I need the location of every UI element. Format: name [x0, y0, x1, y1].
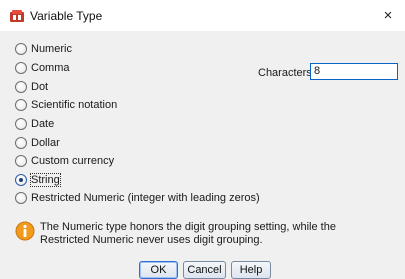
radio-button[interactable] [15, 155, 27, 167]
window-title: Variable Type [30, 9, 103, 23]
radio-label: Custom currency [31, 155, 115, 167]
cancel-button[interactable]: Cancel [183, 261, 226, 279]
radio-custom-currency[interactable]: Custom currency [15, 153, 114, 169]
radio-button[interactable] [15, 137, 27, 149]
spss-app-icon [9, 9, 25, 23]
radio-comma[interactable]: Comma [15, 60, 70, 76]
radio-label: Dollar [31, 137, 60, 149]
radio-date[interactable]: Date [15, 116, 54, 132]
radio-button-selected[interactable] [15, 174, 27, 186]
radio-label: Numeric [31, 43, 72, 55]
radio-label: String [30, 173, 61, 187]
close-button[interactable]: × [371, 0, 405, 31]
info-message: The Numeric type honors the digit groupi… [40, 221, 336, 246]
radio-restricted-numeric[interactable]: Restricted Numeric (integer with leading… [15, 190, 260, 206]
radio-scientific-notation[interactable]: Scientific notation [15, 97, 117, 113]
radio-label: Comma [31, 62, 70, 74]
help-button[interactable]: Help [231, 261, 271, 279]
radio-button[interactable] [15, 43, 27, 55]
radio-button[interactable] [15, 81, 27, 93]
info-icon [15, 221, 35, 241]
radio-string[interactable]: String [15, 172, 61, 188]
radio-button[interactable] [15, 99, 27, 111]
radio-label: Date [31, 118, 55, 130]
radio-button[interactable] [15, 192, 27, 204]
radio-dollar[interactable]: Dollar [15, 135, 60, 151]
radio-label: Restricted Numeric (integer with leading… [31, 192, 260, 204]
radio-numeric[interactable]: Numeric [15, 41, 72, 57]
characters-input[interactable]: 8 [310, 63, 398, 80]
ok-button[interactable]: OK [139, 261, 178, 279]
characters-label: Characters: [258, 67, 315, 79]
radio-button[interactable] [15, 62, 27, 74]
radio-button[interactable] [15, 118, 27, 130]
radio-label: Dot [31, 81, 49, 93]
title-bar: Variable Type × [0, 0, 405, 31]
radio-dot[interactable]: Dot [15, 79, 48, 95]
radio-label: Scientific notation [31, 99, 118, 111]
